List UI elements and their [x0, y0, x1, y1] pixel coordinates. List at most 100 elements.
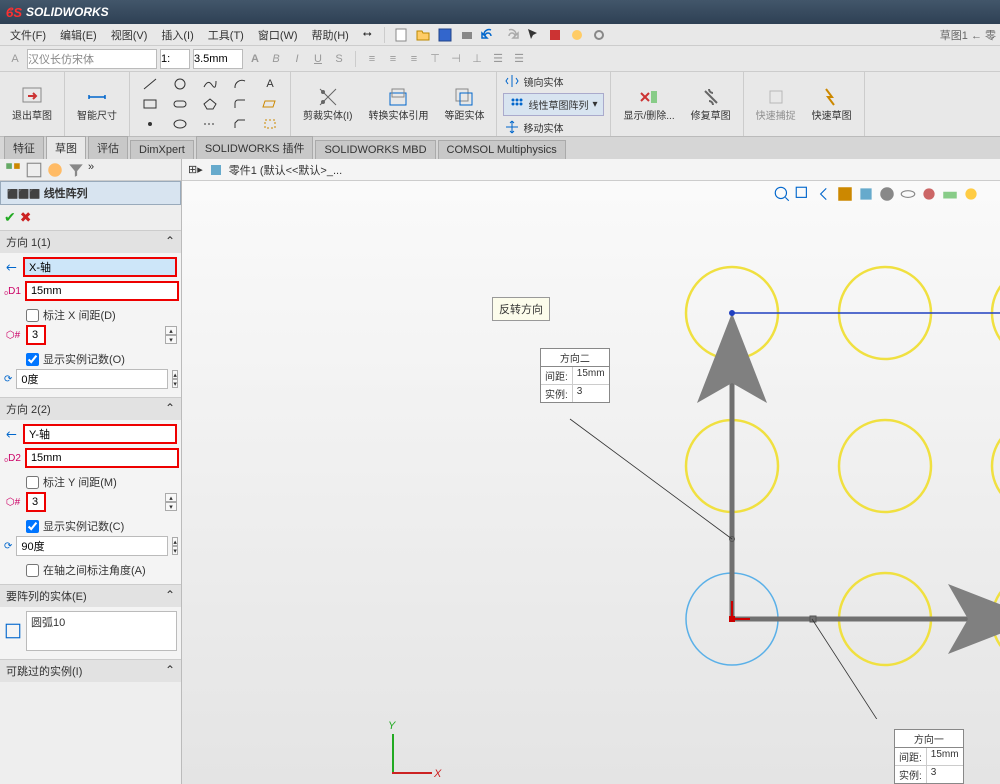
circle-icon[interactable] [166, 75, 194, 93]
menu-file[interactable]: 文件(F) [4, 25, 52, 45]
move-item[interactable]: 移动实体 [503, 118, 604, 137]
font-size[interactable] [193, 49, 243, 69]
direction2-callout[interactable]: 方向二 间距:15mm 实例:3 [540, 348, 610, 403]
menu-edit[interactable]: 编辑(E) [54, 25, 103, 45]
dir1-count-spinner[interactable]: ▴▾ [165, 326, 177, 344]
dir1-spacing-input[interactable] [25, 281, 179, 301]
scene-icon[interactable] [941, 185, 959, 203]
part-tree-name[interactable]: 零件1 (默认<<默认>_... [229, 162, 342, 178]
dir2-axis-input[interactable] [23, 424, 177, 444]
skip-header[interactable]: 可跳过的实例(I) ⌃ [0, 660, 181, 682]
dir2-angle-spinner[interactable]: ▴▾ [172, 537, 178, 555]
exit-sketch-button[interactable]: 退出草图 [6, 83, 58, 125]
appearance-icon[interactable] [920, 185, 938, 203]
direction1-callout[interactable]: 方向一 间距:15mm 实例:3 [894, 729, 964, 784]
dir2-axisangle-checkbox[interactable] [26, 564, 39, 577]
line-icon[interactable] [136, 75, 164, 93]
redo-icon[interactable] [503, 27, 519, 43]
tab-addins[interactable]: SOLIDWORKS 插件 [196, 136, 314, 159]
dir1-dim-checkbox[interactable] [26, 309, 39, 322]
view-prev-icon[interactable] [815, 185, 833, 203]
rapid-button[interactable]: 快速草图 [806, 83, 858, 125]
snap-button[interactable]: 快速捕捉 [750, 83, 802, 125]
tab-features[interactable]: 特征 [4, 136, 44, 159]
dir2-count-input[interactable] [26, 492, 46, 512]
italic2-icon[interactable]: I [288, 50, 306, 68]
dir1-axis-input[interactable] [23, 257, 177, 277]
display-style-icon[interactable] [878, 185, 896, 203]
dir2-showcount-checkbox[interactable] [26, 520, 39, 533]
mirror-item[interactable]: 镜向实体 [503, 72, 604, 91]
menu-insert[interactable]: 插入(I) [155, 25, 199, 45]
sketch-viewport[interactable] [492, 219, 1000, 719]
dir2-spacing-input[interactable] [25, 448, 179, 468]
arc-icon[interactable] [226, 75, 254, 93]
numlist-icon[interactable]: ☰ [510, 50, 528, 68]
options-icon[interactable] [569, 27, 585, 43]
hide-show-icon[interactable] [899, 185, 917, 203]
dir2-count-spinner[interactable]: ▴▾ [165, 493, 177, 511]
menu-help[interactable]: 帮助(H) [306, 25, 355, 45]
entities-header[interactable]: 要阵列的实体(E) ⌃ [0, 585, 181, 607]
slot-icon[interactable] [166, 95, 194, 113]
direction1-header[interactable]: 方向 1(1) ⌃ [0, 231, 181, 253]
italic-icon[interactable]: B [267, 50, 285, 68]
menu-view[interactable]: 视图(V) [105, 25, 154, 45]
offset-button[interactable]: 等距实体 [438, 83, 490, 125]
undo-icon[interactable] [481, 27, 497, 43]
rect-icon[interactable] [136, 95, 164, 113]
open-icon[interactable] [415, 27, 431, 43]
tab-mbd[interactable]: SOLIDWORKS MBD [315, 140, 435, 159]
menu-window[interactable]: 窗口(W) [252, 25, 304, 45]
plane-icon[interactable] [256, 95, 284, 113]
direction2-header[interactable]: 方向 2(2) ⌃ [0, 398, 181, 420]
align-center-icon[interactable]: ≡ [384, 50, 402, 68]
rebuild-icon[interactable] [547, 27, 563, 43]
canvas-area[interactable]: ⊞▸ 零件1 (默认<<默认>_... 反转方向 [182, 159, 1000, 784]
font-scale[interactable] [160, 49, 190, 69]
tab-comsol[interactable]: COMSOL Multiphysics [438, 140, 566, 159]
trim-button[interactable]: 剪裁实体(I) [297, 83, 358, 125]
align-left-icon[interactable]: ≡ [363, 50, 381, 68]
tab-sketch[interactable]: 草图 [46, 136, 86, 159]
dir1-showcount-checkbox[interactable] [26, 353, 39, 366]
valign-mid-icon[interactable]: ⊣ [447, 50, 465, 68]
polygon-icon[interactable] [196, 95, 224, 113]
text-icon[interactable]: A [256, 75, 284, 93]
dir1-angle-spinner[interactable]: ▴▾ [172, 370, 178, 388]
section-icon[interactable] [836, 185, 854, 203]
zoom-fit-icon[interactable] [773, 185, 791, 203]
ellipse-icon[interactable] [166, 115, 194, 133]
settings-icon[interactable] [591, 27, 607, 43]
reverse-dir2-icon[interactable] [4, 425, 19, 443]
underline-icon[interactable]: U [309, 50, 327, 68]
bold-icon[interactable]: A [246, 50, 264, 68]
convert-button[interactable]: 转换实体引用 [362, 83, 434, 125]
centerline-icon[interactable] [196, 115, 224, 133]
dir2-angle-input[interactable] [16, 536, 168, 556]
menu-expand-icon[interactable]: ⭤ [357, 26, 378, 43]
menu-tools[interactable]: 工具(T) [202, 25, 250, 45]
save-icon[interactable] [437, 27, 453, 43]
render-icon[interactable] [962, 185, 980, 203]
tab-dimxpert[interactable]: DimXpert [130, 140, 194, 159]
view-orient-icon[interactable] [857, 185, 875, 203]
spline-icon[interactable] [196, 75, 224, 93]
property-icon[interactable] [46, 161, 64, 179]
strike-icon[interactable]: S [330, 50, 348, 68]
dir2-dim-checkbox[interactable] [26, 476, 39, 489]
reverse-dir1-icon[interactable] [4, 258, 19, 276]
align-right-icon[interactable]: ≡ [405, 50, 423, 68]
linear-pattern-item[interactable]: 线性草图阵列 ▾ [503, 93, 604, 116]
list-icon[interactable]: ☰ [489, 50, 507, 68]
tab-evaluate[interactable]: 评估 [88, 136, 128, 159]
fillet-icon[interactable] [226, 95, 254, 113]
valign-top-icon[interactable]: ⊤ [426, 50, 444, 68]
print-icon[interactable] [459, 27, 475, 43]
font-name-select[interactable] [27, 49, 157, 69]
display-delete-button[interactable]: 显示/删除... [617, 83, 680, 125]
smart-dimension-button[interactable]: 智能尺寸 [71, 83, 123, 125]
point-icon[interactable] [136, 115, 164, 133]
dir1-count-input[interactable] [26, 325, 46, 345]
repair-button[interactable]: 修复草图 [685, 83, 737, 125]
